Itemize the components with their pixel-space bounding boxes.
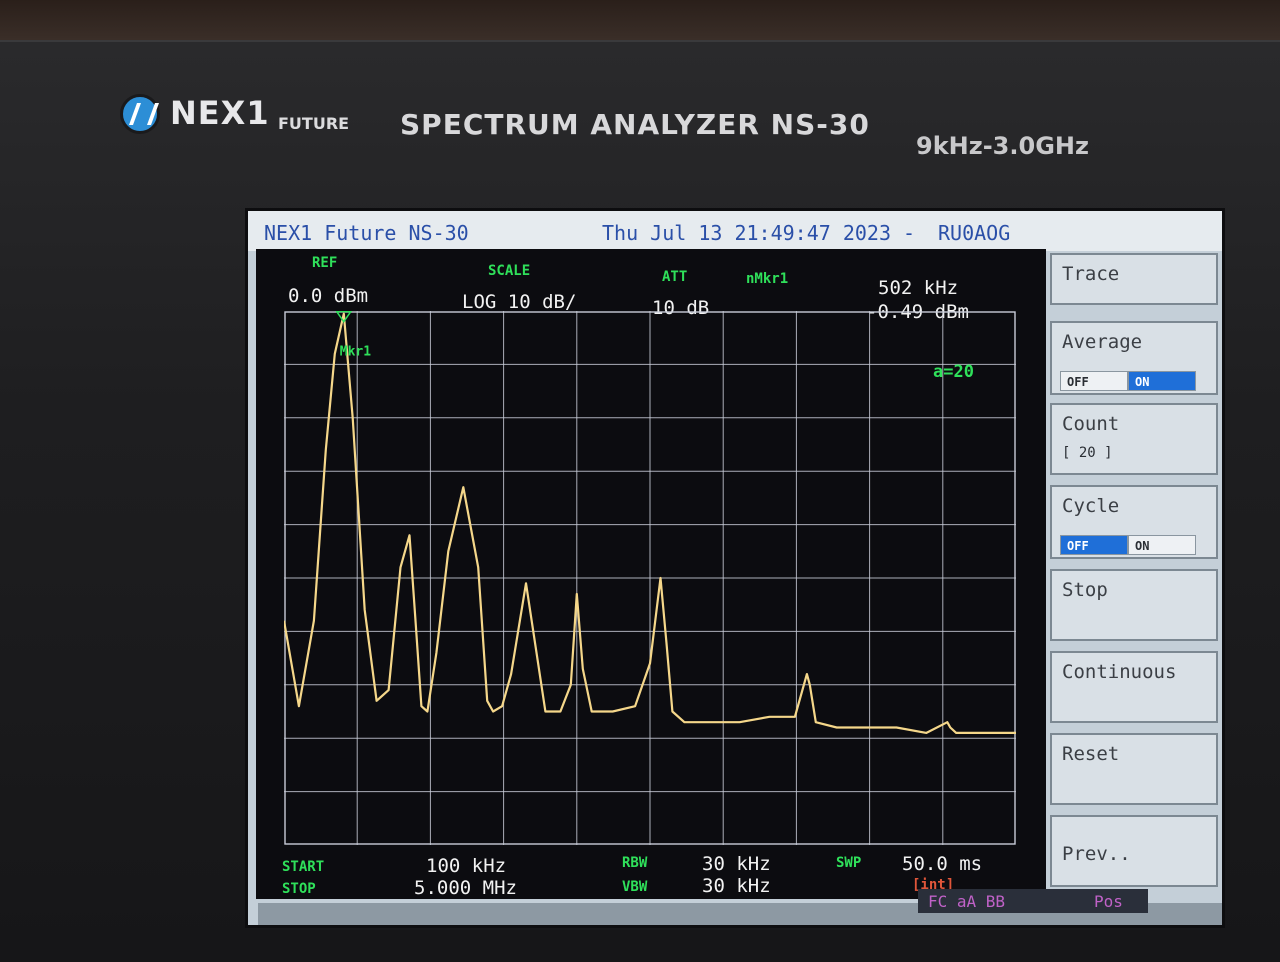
brand-logo-icon — [120, 94, 160, 134]
model-title: SPECTRUM ANALYZER NS-30 — [400, 108, 870, 141]
cycle-on-option[interactable]: ON — [1128, 535, 1196, 555]
softkey-prev-label: Prev.. — [1062, 843, 1131, 865]
frequency-range: 9kHz-3.0GHz — [916, 132, 1089, 160]
softkey-continuous-label: Continuous — [1062, 661, 1177, 683]
softkey-prev[interactable]: Prev.. — [1050, 815, 1218, 887]
rbw-value: 30 kHz — [702, 853, 771, 875]
marker-label: nMkr1 — [746, 271, 789, 287]
screen-title-bar: NEX1 Future NS-30 Thu Jul 13 21:49:47 20… — [248, 211, 1222, 251]
cycle-off-option[interactable]: OFF — [1060, 535, 1128, 555]
average-off-option[interactable]: OFF — [1060, 371, 1128, 391]
start-label: START — [282, 859, 325, 875]
cycle-toggle[interactable]: OFF ON — [1060, 535, 1196, 555]
att-label: ATT — [662, 269, 688, 285]
rbw-label: RBW — [622, 855, 648, 871]
grid-lines — [284, 311, 1016, 845]
scale-value: LOG 10 dB/ — [462, 291, 577, 313]
softkey-cycle-label: Cycle — [1062, 495, 1120, 517]
stop-label: STOP — [282, 881, 316, 897]
softkey-average-label: Average — [1062, 331, 1143, 353]
softkey-menu: Trace Average OFF ON Count [ 20 ] Cycle … — [1050, 251, 1220, 891]
marker-frequency: 502 kHz — [878, 277, 959, 299]
softkey-trace-label: Trace — [1062, 263, 1120, 285]
sweep-value: 50.0 ms — [902, 853, 983, 875]
softkey-average[interactable]: Average OFF ON — [1050, 321, 1218, 395]
marker-tag: Mkr1 — [340, 345, 371, 360]
average-toggle[interactable]: OFF ON — [1060, 371, 1196, 391]
softkey-trace[interactable]: Trace — [1050, 253, 1218, 305]
count-value: [ 20 ] — [1062, 445, 1113, 461]
softkey-reset-label: Reset — [1062, 743, 1120, 765]
average-on-option[interactable]: ON — [1128, 371, 1196, 391]
screen-title: NEX1 Future NS-30 — [264, 221, 469, 245]
callsign: RU0AOG — [938, 221, 1011, 245]
scale-label: SCALE — [488, 263, 531, 279]
sweep-label: SWP — [836, 855, 862, 871]
status-indicator-box: FC aA BB Pos — [918, 889, 1148, 913]
softkey-cycle[interactable]: Cycle OFF ON — [1050, 485, 1218, 559]
brand-row: NEX1 FUTURE SPECTRUM ANALYZER NS-30 9kHz… — [120, 90, 1250, 160]
brand-name: NEX1 — [170, 94, 270, 132]
softkey-count[interactable]: Count [ 20 ] — [1050, 403, 1218, 475]
softkey-count-label: Count — [1062, 413, 1120, 435]
softkey-continuous[interactable]: Continuous — [1050, 651, 1218, 723]
plot-panel: REF 0.0 dBm SCALE LOG 10 dB/ ATT 10 dB n… — [256, 249, 1046, 899]
ref-label: REF — [312, 255, 338, 271]
analyzer-screen: NEX1 Future NS-30 Thu Jul 13 21:49:47 20… — [245, 208, 1225, 928]
spectrum-graticule[interactable]: Mkr1 a=20 — [284, 311, 1016, 845]
datetime: Thu Jul 13 21:49:47 2023 - — [602, 221, 916, 245]
status-pos: Pos — [1094, 892, 1123, 911]
vbw-value: 30 kHz — [702, 875, 771, 897]
ref-value: 0.0 dBm — [288, 285, 369, 307]
softkey-stop[interactable]: Stop — [1050, 569, 1218, 641]
softkey-reset[interactable]: Reset — [1050, 733, 1218, 805]
brand-sub: FUTURE — [278, 114, 350, 133]
start-value: 100 kHz — [426, 855, 507, 877]
average-count-indicator: a=20 — [933, 362, 974, 382]
stop-value: 5.000 MHz — [414, 877, 517, 899]
background-top — [0, 0, 1280, 40]
vbw-label: VBW — [622, 879, 648, 895]
status-fc: FC aA BB — [928, 892, 1006, 911]
softkey-stop-label: Stop — [1062, 579, 1108, 601]
